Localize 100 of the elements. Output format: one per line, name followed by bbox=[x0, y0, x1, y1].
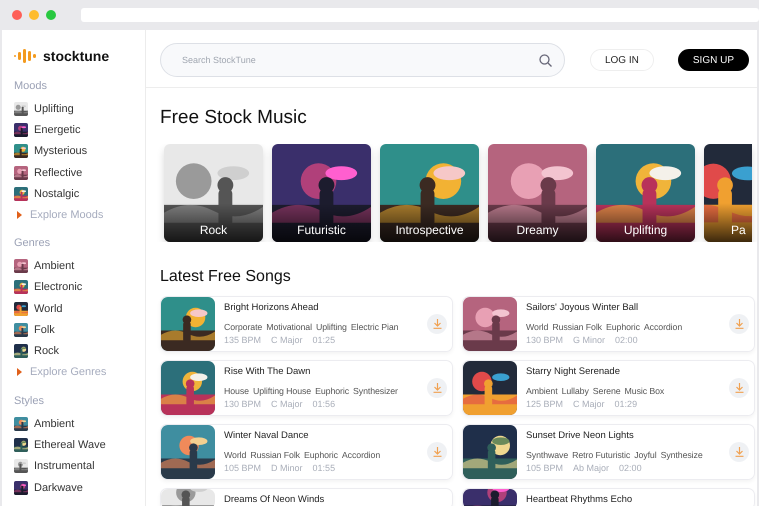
song-title[interactable]: Winter Naval Dance bbox=[224, 430, 425, 441]
song-card[interactable]: Heartbeat Rhythms Echo bbox=[462, 488, 755, 506]
bpm-label: 135 BPM bbox=[224, 335, 262, 345]
section-heading: Genres bbox=[14, 237, 52, 250]
sidebar-item[interactable]: World bbox=[14, 298, 145, 320]
section-title: Free Stock Music bbox=[160, 107, 308, 129]
sidebar-item[interactable]: Uplifting bbox=[14, 98, 145, 120]
sidebar-item[interactable]: Mysterious bbox=[14, 140, 145, 162]
caret-icon bbox=[17, 368, 22, 376]
category-card[interactable]: Pa bbox=[704, 144, 752, 242]
song-card[interactable]: Bright Horizons Ahead Corporate Motivational Uplifting Electric Pian 135 BPM C Major 01:25 bbox=[160, 296, 453, 352]
song-card[interactable]: Starry Night Serenade Ambient Lullaby Serene Music Box 125 BPM C Major 01:29 bbox=[462, 360, 755, 416]
sidebar-item[interactable]: Ambient bbox=[14, 255, 145, 277]
section-title: Latest Free Songs bbox=[160, 268, 292, 286]
download-button[interactable] bbox=[729, 314, 749, 334]
key-label: C Major bbox=[271, 335, 303, 345]
sidebar-item[interactable]: Ambient bbox=[14, 412, 145, 434]
search-field[interactable]: Search StockTune bbox=[180, 54, 539, 66]
key-label: C Major bbox=[271, 399, 303, 409]
tag[interactable]: World bbox=[526, 322, 548, 332]
song-title[interactable]: Sunset Drive Neon Lights bbox=[526, 430, 727, 441]
tag[interactable]: Euphoric bbox=[304, 450, 338, 460]
duration-label: 01:25 bbox=[312, 335, 336, 345]
duration-label: 02:00 bbox=[619, 463, 642, 473]
tag[interactable]: Accordion bbox=[342, 450, 380, 460]
close-window-button[interactable] bbox=[12, 10, 22, 20]
tag[interactable]: Synthesize bbox=[660, 450, 703, 460]
sidebar-item[interactable]: Reflective bbox=[14, 162, 145, 184]
download-icon bbox=[734, 319, 744, 329]
song-card[interactable]: Sunset Drive Neon Lights Synthwave Retro Futuristic Joyful Synthesize 105 BPM Ab Major 02:00 bbox=[462, 424, 755, 480]
song-title[interactable]: Dreams Of Neon Winds bbox=[224, 494, 452, 505]
song-title[interactable]: Rise With The Dawn bbox=[224, 366, 425, 377]
tag[interactable]: Russian Folk bbox=[552, 322, 602, 332]
search-bar[interactable]: Search StockTune bbox=[160, 43, 565, 77]
tag[interactable]: Euphoric bbox=[315, 386, 350, 396]
song-title[interactable]: Heartbeat Rhythms Echo bbox=[526, 494, 754, 505]
key-label: D Minor bbox=[271, 463, 303, 473]
tag[interactable]: World bbox=[224, 450, 246, 460]
duration-label: 01:29 bbox=[614, 399, 638, 409]
download-button[interactable] bbox=[427, 378, 447, 398]
bpm-label: 130 BPM bbox=[224, 399, 262, 409]
download-icon bbox=[432, 447, 442, 457]
sidebar-item[interactable]: Energetic bbox=[14, 119, 145, 141]
sidebar-item[interactable]: Nostalgic bbox=[14, 183, 145, 204]
tag[interactable]: Russian Folk bbox=[250, 450, 300, 460]
tag[interactable]: Accordion bbox=[644, 322, 682, 332]
tag[interactable]: House bbox=[224, 386, 249, 396]
tag[interactable]: Music Box bbox=[624, 386, 664, 396]
song-card[interactable]: Sailors' Joyous Winter Ball World Russian Folk Euphoric Accordion 130 BPM G Minor 02:00 bbox=[462, 296, 755, 352]
download-button[interactable] bbox=[427, 314, 447, 334]
signup-button[interactable]: SIGN UP bbox=[678, 49, 749, 71]
bpm-label: 125 BPM bbox=[526, 399, 564, 409]
song-card[interactable]: Rise With The Dawn House Uplifting House Euphoric Synthesizer 130 BPM C Major 01:56 bbox=[160, 360, 453, 416]
song-title[interactable]: Starry Night Serenade bbox=[526, 366, 727, 377]
tag[interactable]: Motivational bbox=[266, 322, 312, 332]
tag[interactable]: Electric Pian bbox=[350, 322, 398, 332]
tag[interactable]: Joyful bbox=[634, 450, 657, 460]
sidebar-item[interactable]: Instrumental bbox=[14, 456, 145, 477]
tag[interactable]: Serene bbox=[592, 386, 621, 396]
category-card[interactable]: Rock bbox=[164, 144, 263, 242]
sidebar-item[interactable]: Rock bbox=[14, 340, 145, 362]
brand-name[interactable]: stocktune bbox=[43, 48, 110, 64]
category-card[interactable]: Uplifting bbox=[596, 144, 695, 242]
search-icon bbox=[538, 54, 552, 66]
download-button[interactable] bbox=[729, 378, 749, 398]
tag[interactable]: Synthesizer bbox=[353, 386, 398, 396]
category-card[interactable]: Dreamy bbox=[488, 144, 587, 242]
download-button[interactable] bbox=[427, 442, 447, 462]
bpm-label: 105 BPM bbox=[224, 463, 262, 473]
sidebar-item[interactable]: Darkwave bbox=[14, 476, 145, 498]
tag[interactable]: Euphoric bbox=[606, 322, 640, 332]
logo-icon bbox=[14, 49, 38, 63]
tag[interactable]: Lullaby bbox=[562, 386, 589, 396]
tag[interactable]: Uplifting House bbox=[252, 386, 312, 396]
song-card[interactable]: Winter Naval Dance World Russian Folk Euphoric Accordion 105 BPM D Minor 01:55 bbox=[160, 424, 453, 480]
tag[interactable]: Corporate bbox=[224, 322, 262, 332]
tag[interactable]: Retro Futuristic bbox=[572, 450, 630, 460]
tag[interactable]: Ambient bbox=[526, 386, 558, 396]
download-icon bbox=[734, 447, 744, 457]
tag[interactable]: Synthwave bbox=[526, 450, 568, 460]
download-icon bbox=[432, 383, 442, 393]
song-title[interactable]: Bright Horizons Ahead bbox=[224, 302, 425, 313]
section-heading: Moods bbox=[14, 80, 48, 92]
sidebar-item[interactable]: Folk bbox=[14, 319, 145, 341]
download-icon bbox=[432, 319, 442, 329]
song-title[interactable]: Sailors' Joyous Winter Ball bbox=[526, 302, 727, 313]
duration-label: 01:56 bbox=[312, 399, 336, 409]
minimize-window-button[interactable] bbox=[28, 10, 39, 20]
login-button[interactable]: LOG IN bbox=[590, 49, 654, 71]
zoom-window-button[interactable] bbox=[46, 10, 56, 20]
sidebar-item[interactable]: Ethereal Wave bbox=[14, 434, 145, 456]
category-card[interactable]: Introspective bbox=[380, 144, 479, 242]
caret-icon bbox=[17, 210, 22, 219]
song-card[interactable]: Dreams Of Neon Winds bbox=[160, 488, 453, 506]
section-heading: Styles bbox=[14, 394, 45, 407]
category-card[interactable]: Futuristic bbox=[272, 144, 371, 242]
tag[interactable]: Uplifting bbox=[316, 322, 347, 332]
download-button[interactable] bbox=[729, 442, 749, 462]
bpm-label: 130 BPM bbox=[526, 335, 564, 345]
sidebar-item[interactable]: Electronic bbox=[14, 276, 145, 298]
